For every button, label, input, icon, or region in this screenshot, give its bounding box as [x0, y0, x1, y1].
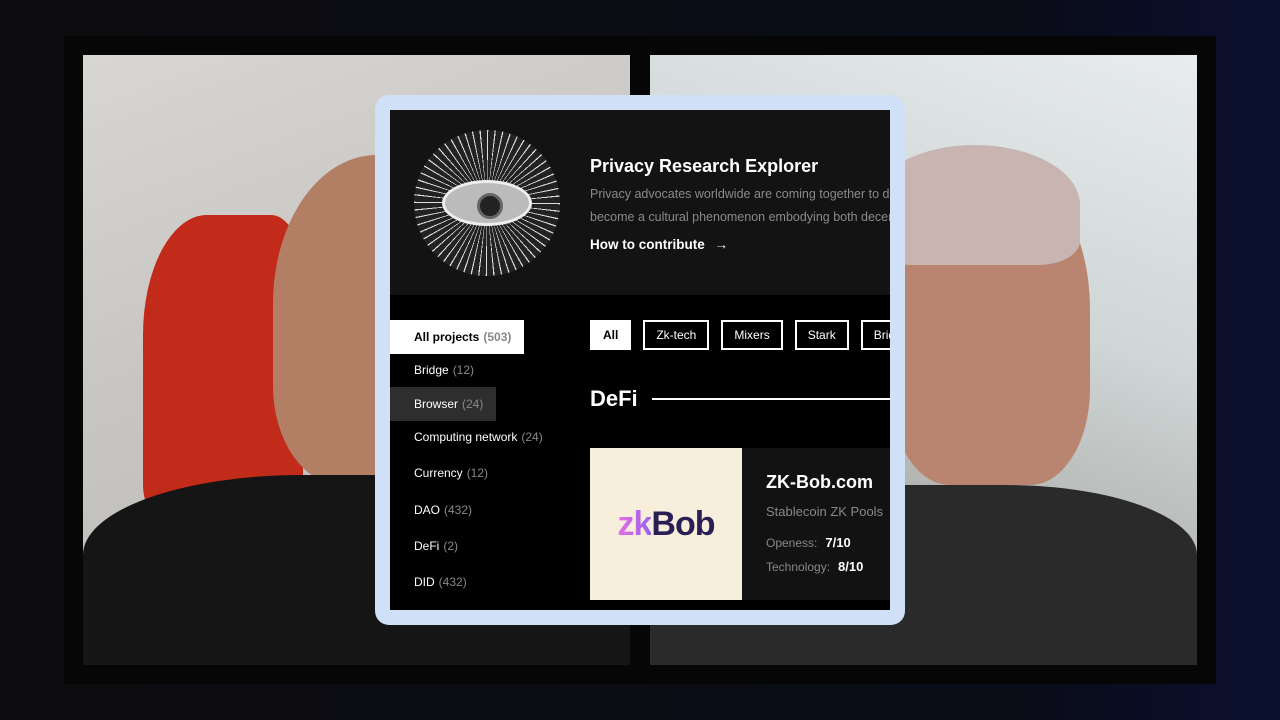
- sidebar-item-computing-network[interactable]: Computing network (24): [390, 421, 543, 455]
- label: Openess:: [766, 536, 818, 550]
- count: (12): [466, 465, 489, 480]
- value: 7/10: [825, 535, 851, 550]
- section-title: DeFi: [590, 386, 638, 411]
- sidebar-item-dao[interactable]: DAO (432): [390, 491, 543, 528]
- label: DID: [414, 575, 435, 589]
- filter-chips: All Zk-tech Mixers Stark Brid: [590, 320, 890, 350]
- count: (24): [521, 430, 543, 445]
- label: Computing network: [414, 430, 518, 445]
- description-line: become a cultural phenomenon embodying b…: [590, 210, 890, 224]
- project-subtitle: Stablecoin ZK Pools: [766, 504, 884, 519]
- count: (2): [443, 539, 459, 553]
- divider: [651, 398, 890, 400]
- screenshot-card: Privacy Research Explorer Privacy advoca…: [375, 95, 905, 625]
- project-name[interactable]: ZK-Bob.com: [766, 472, 873, 493]
- label: Bridge: [414, 363, 449, 378]
- label: Currency: [414, 465, 463, 480]
- label: DeFi: [414, 539, 440, 553]
- explorer-page: Privacy Research Explorer Privacy advoca…: [390, 110, 890, 610]
- label: All projects: [414, 329, 480, 344]
- logo-bob: Bob: [651, 504, 715, 543]
- sidebar-item-browser[interactable]: Browser (24): [390, 387, 496, 421]
- technology-score: Technology: 8/10: [766, 559, 863, 574]
- count: (432): [438, 575, 467, 589]
- zkbob-logo: zk Bob: [590, 448, 742, 600]
- hero-header: Privacy Research Explorer Privacy advoca…: [390, 110, 890, 295]
- description-line: Privacy advocates worldwide are coming t…: [590, 187, 890, 201]
- count: (432): [444, 502, 473, 517]
- page-title: Privacy Research Explorer: [590, 156, 819, 176]
- category-sidebar: All projects (503) Bridge (12) Browser (24)…: [390, 320, 543, 600]
- label: Technology:: [766, 560, 831, 574]
- filter-mixers[interactable]: Mixers: [721, 320, 783, 350]
- count: (24): [462, 396, 484, 411]
- openness-score: Openess: 7/10: [766, 535, 851, 550]
- how-to-contribute-link[interactable]: How to contribute →: [590, 237, 728, 252]
- project-card[interactable]: zk Bob ZK-Bob.com Stablecoin ZK Pools Ope…: [590, 448, 890, 600]
- sidebar-item-currency[interactable]: Currency (12): [390, 454, 543, 491]
- section-heading: DeFi: [590, 386, 890, 412]
- filter-stark[interactable]: Stark: [794, 320, 849, 350]
- logo-zk: zk: [617, 504, 652, 543]
- label: Browser: [414, 396, 459, 411]
- filter-zk-tech[interactable]: Zk-tech: [643, 320, 710, 350]
- label: DAO: [414, 502, 441, 517]
- value: 8/10: [838, 559, 864, 574]
- sidebar-item-all-projects[interactable]: All projects (503): [390, 320, 524, 354]
- sidebar-item-defi[interactable]: DeFi (2): [390, 528, 543, 564]
- eye-logo-icon: [414, 130, 560, 276]
- filter-bridge[interactable]: Brid: [860, 320, 890, 350]
- count: (12): [452, 363, 475, 378]
- count: (503): [483, 329, 512, 344]
- sidebar-item-did[interactable]: DID (432): [390, 564, 543, 600]
- sidebar-item-bridge[interactable]: Bridge (12): [390, 354, 543, 388]
- arrow-right-icon: →: [714, 237, 729, 252]
- link-label: How to contribute: [590, 237, 705, 252]
- filter-all[interactable]: All: [590, 320, 632, 350]
